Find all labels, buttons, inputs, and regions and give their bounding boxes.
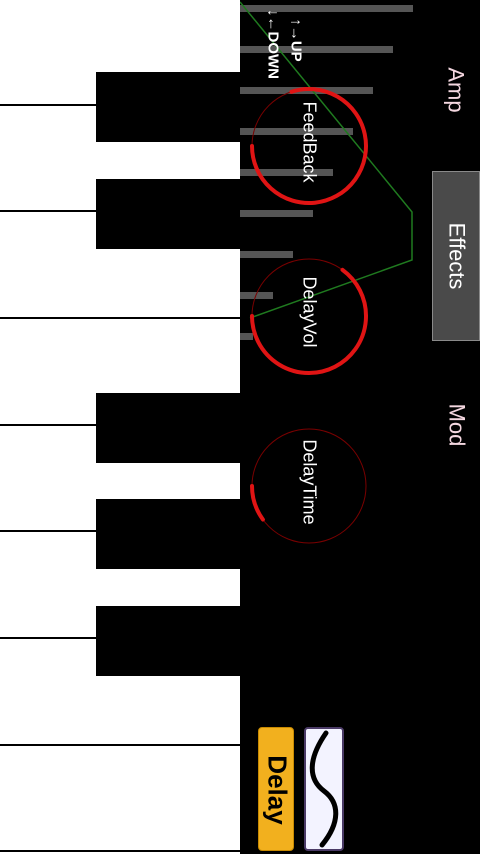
up-arrow-label: ↑→UP — [287, 18, 305, 62]
feedback-label: FeedBack — [299, 101, 320, 183]
black-key[interactable] — [96, 606, 240, 676]
waveform-button[interactable] — [304, 727, 344, 851]
delayvol-label: DelayVol — [299, 276, 320, 348]
down-arrow-label: ↓←DOWN — [264, 9, 282, 79]
delaytime-knob-arc — [250, 484, 265, 522]
tab-amp[interactable]: Amp — [432, 10, 480, 170]
delay-button-label: Delay — [262, 755, 293, 825]
level-bar — [240, 46, 393, 53]
black-key[interactable] — [96, 179, 240, 249]
delaytime-label: DelayTime — [299, 439, 320, 525]
level-bar — [240, 128, 353, 135]
level-bar — [240, 210, 313, 217]
tab-mod-label: Mod — [443, 403, 469, 447]
delay-button[interactable]: Delay — [258, 727, 294, 851]
level-bar — [240, 333, 253, 340]
wave-icon — [309, 730, 339, 848]
level-bar — [240, 251, 293, 258]
tab-mod[interactable]: Mod — [432, 345, 480, 505]
tab-effects-label: Effects — [444, 222, 470, 290]
effects-panel: ↑→UP ↓←DOWN FeedBack DelayVol DelayTime … — [240, 0, 480, 854]
black-key[interactable] — [96, 393, 240, 463]
tab-amp-label: Amp — [444, 67, 469, 113]
black-key[interactable] — [96, 499, 240, 569]
white-key[interactable] — [0, 746, 240, 852]
black-key[interactable] — [96, 72, 240, 142]
piano-keyboard — [0, 0, 240, 854]
tab-effects[interactable]: Effects — [432, 171, 480, 341]
